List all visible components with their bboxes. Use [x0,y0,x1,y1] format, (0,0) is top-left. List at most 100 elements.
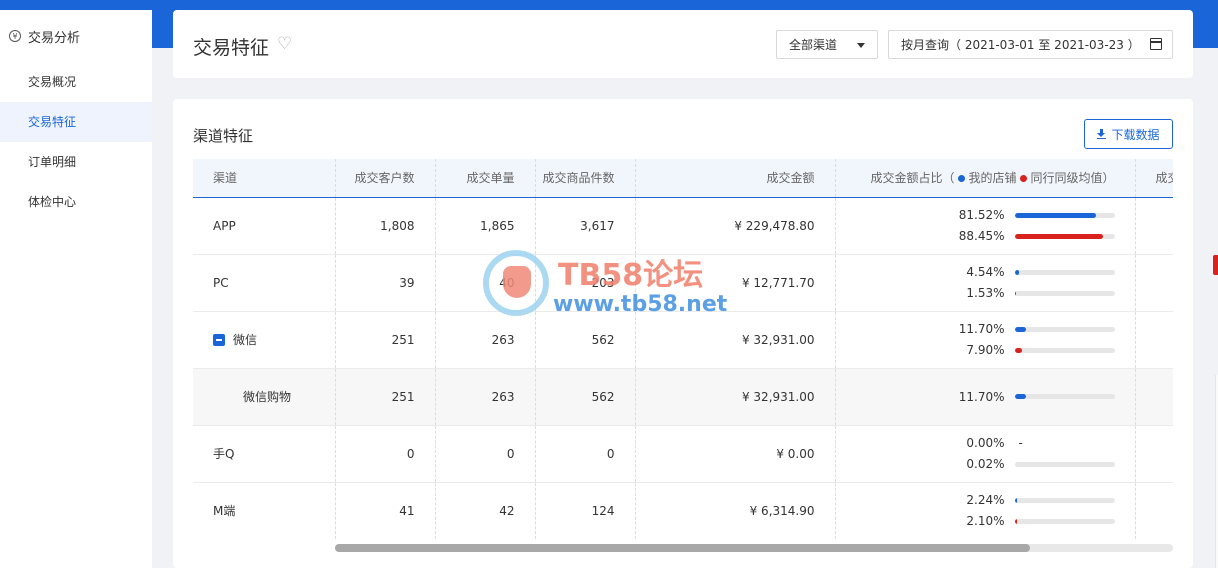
share-mine-pct: 4.54% [966,265,1005,279]
share-peer-bar [1014,461,1115,467]
scrollbar-thumb[interactable] [335,544,1030,552]
col-header-customers[interactable]: 成交客户数 [334,159,435,198]
header-card: 交易特征 ♡ 全部渠道 按月查询（ 2021-03-01 至 2021-03-2… [173,10,1193,78]
share-peer-bar [1014,518,1115,524]
sidebar-item-health-center[interactable]: 体检中心 [0,182,152,222]
sidebar-item-overview[interactable]: 交易概况 [0,62,152,102]
col-header-items[interactable]: 成交商品件数 [534,159,635,198]
channel-table: 渠道 成交客户数 成交单量 成交商品件数 成交金额 成交金额占比（ 我的店铺 同行同… [193,159,1173,539]
channel-cell: 微信 [193,311,335,369]
share-mine: 4.54% [836,265,1135,279]
channel-name: M端 [213,504,236,518]
customers-cell: 41 [334,482,435,539]
share-peer-bar-fill [1014,290,1017,296]
heart-icon[interactable]: ♡ [277,36,292,53]
col-header-channel[interactable]: 渠道 [193,159,335,198]
legend-peer-dot [1020,175,1028,183]
share-mine: 2.24% [836,493,1135,507]
amount-cell: ¥ 6,314.90 [634,482,835,539]
customers-cell: 0 [334,425,435,483]
page-title: 交易特征 [193,37,270,59]
truncated-cell [1134,482,1173,539]
truncated-cell [1134,197,1173,255]
table-subrow[interactable]: 微信购物 251 263 562 ¥ 32,931.00 11.70% [193,368,1173,426]
share-mine-pct: 11.70% [958,389,1005,404]
share-cell: 0.00% -0.02% [834,425,1135,483]
download-icon [1097,129,1107,139]
share-peer: 1.53% [836,286,1135,300]
share-peer-bar [1014,347,1115,353]
share-peer-pct: 88.45% [958,229,1005,243]
channel-table-wrapper[interactable]: 渠道 成交客户数 成交单量 成交商品件数 成交金额 成交金额占比（ 我的店铺 同行同… [193,159,1173,539]
share-cell: 4.54% 1.53% [834,254,1135,312]
share-mine-bar-fill [1014,497,1017,503]
share-mine-pct: 0.00% [966,436,1005,450]
col-header-share[interactable]: 成交金额占比（ 我的店铺 同行同级均值） [834,159,1135,198]
table-row[interactable]: PC 39 40 203 ¥ 12,771.70 4.54% 1.53% [193,254,1173,312]
col-header-truncated[interactable]: 成交 [1134,159,1173,198]
date-range-select[interactable]: 按月查询（ 2021-03-01 至 2021-03-23 ） [888,30,1173,59]
share-peer-bar-fill [1014,347,1023,353]
items-cell: 562 [534,368,635,426]
amount-cell: ¥ 0.00 [634,425,835,483]
amount-cell: ¥ 32,931.00 [634,368,835,426]
amount-cell: ¥ 32,931.00 [634,311,835,369]
orders-cell: 263 [434,368,535,426]
amount-cell: ¥ 12,771.70 [634,254,835,312]
sidebar-header-label: 交易分析 [28,30,81,46]
channel-cell: 手Q [193,425,335,483]
col-header-orders[interactable]: 成交单量 [434,159,535,198]
side-float-tab[interactable] [1213,255,1218,275]
share-mine: 11.70% [836,322,1135,336]
sidebar-item-order-details[interactable]: 订单明细 [0,142,152,182]
table-row[interactable]: M端 41 42 124 ¥ 6,314.90 2.24% 2.10% [193,482,1173,539]
sidebar-item-features[interactable]: 交易特征 [0,102,152,142]
channel-cell: PC [193,254,335,312]
channel-select[interactable]: 全部渠道 [776,30,878,59]
horizontal-scrollbar[interactable] [335,544,1173,552]
share-mine-pct: 81.52% [958,208,1005,222]
channel-cell: M端 [193,482,335,539]
table-row[interactable]: APP 1,808 1,865 3,617 ¥ 229,478.80 81.52% 88.4… [193,197,1173,255]
legend-mine-dot [958,175,966,183]
channel-name: 手Q [213,447,235,461]
col-header-amount[interactable]: 成交金额 [634,159,835,198]
items-cell: 562 [534,311,635,369]
share-peer-pct: 7.90% [966,343,1005,357]
share-cell: 11.70% [834,368,1135,426]
share-peer: 7.90% [836,343,1135,357]
customers-cell: 251 [334,311,435,369]
truncated-cell [1134,311,1173,369]
table-header-row: 渠道 成交客户数 成交单量 成交商品件数 成交金额 成交金额占比（ 我的店铺 同行同… [193,159,1173,198]
channel-name: 微信 [233,333,258,347]
download-data-button[interactable]: 下载数据 [1084,119,1173,149]
orders-cell: 1,865 [434,197,535,255]
share-header-label: 成交金额占比（ [870,171,955,186]
channel-name: APP [213,218,236,233]
truncated-cell [1134,368,1173,426]
share-peer-bar [1014,290,1115,296]
share-mine-bar [1014,497,1115,503]
orders-cell: 42 [434,482,535,539]
channel-cell: 微信购物 [193,368,335,426]
sidebar-header[interactable]: ¥ 交易分析 [0,10,152,62]
share-peer-bar-fill [1014,233,1103,239]
collapse-icon[interactable] [213,334,225,346]
legend-peer-label: 同行同级均值 [1030,171,1103,186]
share-peer-bar-fill [1014,518,1017,524]
items-cell: 124 [534,482,635,539]
share-mine-bar-fill [1014,394,1027,399]
channel-name: 微信购物 [243,390,292,404]
customers-cell: 39 [334,254,435,312]
orders-cell: 263 [434,311,535,369]
legend-close-paren: ） [1102,171,1115,186]
customers-cell: 251 [334,368,435,426]
share-mine-bar-fill [1014,326,1027,332]
table-row[interactable]: 手Q 0 0 0 ¥ 0.00 0.00% -0.02% [193,425,1173,483]
share-peer: 2.10% [836,514,1135,528]
download-label: 下载数据 [1111,127,1160,142]
orders-cell: 0 [434,425,535,483]
table-row[interactable]: 微信 251 263 562 ¥ 32,931.00 11.70% 7.90% [193,311,1173,369]
section-title: 渠道特征 [193,127,254,145]
share-cell: 81.52% 88.45% [834,197,1135,255]
